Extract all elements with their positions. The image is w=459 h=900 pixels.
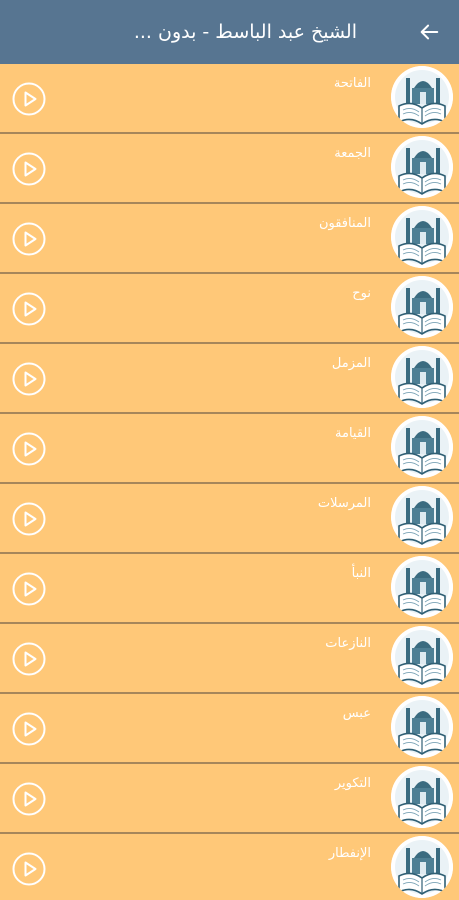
back-button[interactable] <box>415 18 443 46</box>
play-icon <box>12 432 46 466</box>
app-bar: الشيخ عبد الباسط - بدون ... <box>0 0 459 64</box>
surah-name: المرسلات <box>317 496 371 511</box>
play-icon <box>12 782 46 816</box>
surah-name: الفاتحة <box>333 76 371 91</box>
mosque-avatar-icon <box>391 836 453 898</box>
list-item[interactable]: النبأ <box>0 554 459 624</box>
play-button[interactable] <box>12 712 46 746</box>
list-item[interactable]: عبس <box>0 694 459 764</box>
mosque-avatar-icon <box>391 766 453 828</box>
surah-name: التكوير <box>334 776 371 791</box>
play-icon <box>12 642 46 676</box>
play-button[interactable] <box>12 572 46 606</box>
play-button[interactable] <box>12 642 46 676</box>
play-button[interactable] <box>12 782 46 816</box>
surah-name: القيامة <box>335 426 371 441</box>
list-item[interactable]: الإنفطار <box>0 834 459 900</box>
mosque-avatar-icon <box>391 486 453 548</box>
mosque-avatar-icon <box>391 136 453 198</box>
play-button[interactable] <box>12 432 46 466</box>
mosque-avatar-icon <box>391 696 453 758</box>
surah-name: نوح <box>352 286 371 301</box>
arrow-back-icon <box>420 24 439 40</box>
mosque-avatar-icon <box>391 276 453 338</box>
list-item[interactable]: التكوير <box>0 764 459 834</box>
play-icon <box>12 502 46 536</box>
mosque-avatar-icon <box>391 626 453 688</box>
mosque-avatar-icon <box>391 556 453 618</box>
mosque-avatar-icon <box>391 416 453 478</box>
play-button[interactable] <box>12 152 46 186</box>
play-button[interactable] <box>12 362 46 396</box>
mosque-avatar-icon <box>391 206 453 268</box>
list-item[interactable]: القيامة <box>0 414 459 484</box>
play-icon <box>12 82 46 116</box>
play-icon <box>12 222 46 256</box>
play-button[interactable] <box>12 502 46 536</box>
play-button[interactable] <box>12 292 46 326</box>
mosque-avatar-icon <box>391 346 453 408</box>
list-item[interactable]: الفاتحة <box>0 64 459 134</box>
surah-name: عبس <box>342 706 371 721</box>
play-icon <box>12 572 46 606</box>
list-item[interactable]: المرسلات <box>0 484 459 554</box>
list-item[interactable]: المنافقون <box>0 204 459 274</box>
surah-name: النازعات <box>325 636 371 651</box>
list-item[interactable]: نوح <box>0 274 459 344</box>
play-button[interactable] <box>12 82 46 116</box>
surah-name: المزمل <box>331 356 371 371</box>
surah-name: النبأ <box>351 566 371 581</box>
play-button[interactable] <box>12 852 46 886</box>
surah-list: الفاتحة الجمعة المنافقون نوح المزمل القي… <box>0 64 459 900</box>
list-item[interactable]: المزمل <box>0 344 459 414</box>
mosque-avatar-icon <box>391 66 453 128</box>
play-icon <box>12 362 46 396</box>
play-button[interactable] <box>12 222 46 256</box>
list-item[interactable]: الجمعة <box>0 134 459 204</box>
surah-name: الجمعة <box>334 146 371 161</box>
play-icon <box>12 852 46 886</box>
play-icon <box>12 712 46 746</box>
play-icon <box>12 152 46 186</box>
page-title: الشيخ عبد الباسط - بدون ... <box>133 21 357 43</box>
play-icon <box>12 292 46 326</box>
surah-name: المنافقون <box>318 216 371 231</box>
surah-name: الإنفطار <box>328 846 371 861</box>
list-item[interactable]: النازعات <box>0 624 459 694</box>
